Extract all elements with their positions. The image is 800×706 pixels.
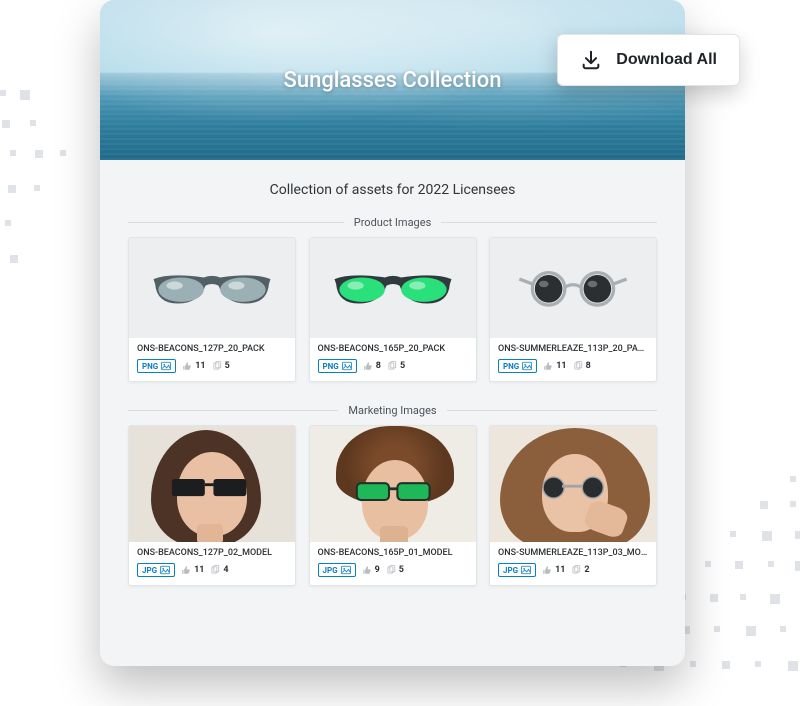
image-icon xyxy=(161,361,171,371)
sunglasses-icon xyxy=(147,258,277,318)
thumbs-count: 11 xyxy=(181,565,204,575)
sunglasses-icon xyxy=(328,258,458,318)
copies-icon xyxy=(386,565,396,575)
asset-name: ONS-SUMMERLEAZE_113P_20_PACK xyxy=(498,344,648,354)
asset-name: ONS-SUMMERLEAZE_113P_03_MODEL xyxy=(498,548,648,558)
asset-name: ONS-BEACONS_165P_20_PACK xyxy=(318,344,468,354)
thumbs-up-icon xyxy=(543,361,553,371)
thumbs-count: 11 xyxy=(542,565,565,575)
section-header-product: Product Images xyxy=(100,212,685,237)
copies-count: 4 xyxy=(210,565,228,575)
asset-name: ONS-BEACONS_127P_20_PACK xyxy=(137,344,287,354)
thumbs-up-icon xyxy=(182,361,192,371)
format-badge: JPG xyxy=(498,563,536,577)
thumbs-up-icon xyxy=(362,565,372,575)
image-icon xyxy=(521,565,531,575)
image-icon xyxy=(341,565,351,575)
asset-card[interactable]: ONS-BEACONS_165P_01_MODEL JPG 9 5 xyxy=(309,425,477,586)
page-title: Sunglasses Collection xyxy=(284,68,502,93)
image-icon xyxy=(160,565,170,575)
asset-thumbnail xyxy=(310,238,476,338)
format-badge: JPG xyxy=(137,563,175,577)
format-badge: PNG xyxy=(318,359,357,373)
asset-thumbnail xyxy=(129,426,295,542)
thumbs-count: 11 xyxy=(543,361,566,371)
download-all-button[interactable]: Download All xyxy=(557,34,740,86)
section-title: Product Images xyxy=(354,216,432,229)
image-icon xyxy=(522,361,532,371)
asset-thumbnail xyxy=(490,238,656,338)
section-header-marketing: Marketing Images xyxy=(100,400,685,425)
asset-name: ONS-BEACONS_165P_01_MODEL xyxy=(318,548,468,558)
marketing-card-row: ONS-BEACONS_127P_02_MODEL JPG 11 4 xyxy=(100,425,685,604)
sunglasses-icon xyxy=(354,478,438,508)
copies-icon xyxy=(210,565,220,575)
thumbs-up-icon xyxy=(181,565,191,575)
copies-count: 5 xyxy=(386,565,404,575)
image-icon xyxy=(342,361,352,371)
sunglasses-icon xyxy=(508,258,638,318)
page-panel: Sunglasses Collection Collection of asse… xyxy=(100,0,685,666)
asset-card[interactable]: ONS-BEACONS_127P_20_PACK PNG 11 5 xyxy=(128,237,296,382)
download-icon xyxy=(580,49,602,71)
copies-count: 8 xyxy=(573,361,591,371)
asset-thumbnail xyxy=(490,426,656,542)
asset-thumbnail xyxy=(310,426,476,542)
sunglasses-icon xyxy=(534,474,618,504)
thumbs-up-icon xyxy=(363,361,373,371)
thumbs-count: 11 xyxy=(182,361,205,371)
section-title: Marketing Images xyxy=(348,404,436,417)
asset-card[interactable]: ONS-SUMMERLEAZE_113P_20_PACK PNG 11 8 xyxy=(489,237,657,382)
copies-count: 5 xyxy=(387,361,405,371)
asset-card[interactable]: ONS-BEACONS_165P_20_PACK PNG 8 5 xyxy=(309,237,477,382)
asset-name: ONS-BEACONS_127P_02_MODEL xyxy=(137,548,287,558)
copies-icon xyxy=(387,361,397,371)
copies-icon xyxy=(212,361,222,371)
product-card-row: ONS-BEACONS_127P_20_PACK PNG 11 5 xyxy=(100,237,685,400)
copies-count: 2 xyxy=(571,565,589,575)
asset-card[interactable]: ONS-BEACONS_127P_02_MODEL JPG 11 4 xyxy=(128,425,296,586)
thumbs-up-icon xyxy=(542,565,552,575)
format-badge: PNG xyxy=(137,359,176,373)
thumbs-count: 9 xyxy=(362,565,380,575)
page-subtitle: Collection of assets for 2022 Licensees xyxy=(100,160,685,212)
format-badge: JPG xyxy=(318,563,356,577)
copies-icon xyxy=(573,361,583,371)
format-badge: PNG xyxy=(498,359,537,373)
asset-card[interactable]: ONS-SUMMERLEAZE_113P_03_MODEL JPG 11 2 xyxy=(489,425,657,586)
download-all-label: Download All xyxy=(616,51,717,69)
copies-count: 5 xyxy=(212,361,230,371)
thumbs-count: 8 xyxy=(363,361,381,371)
asset-thumbnail xyxy=(129,238,295,338)
sunglasses-icon xyxy=(169,474,255,504)
copies-icon xyxy=(571,565,581,575)
